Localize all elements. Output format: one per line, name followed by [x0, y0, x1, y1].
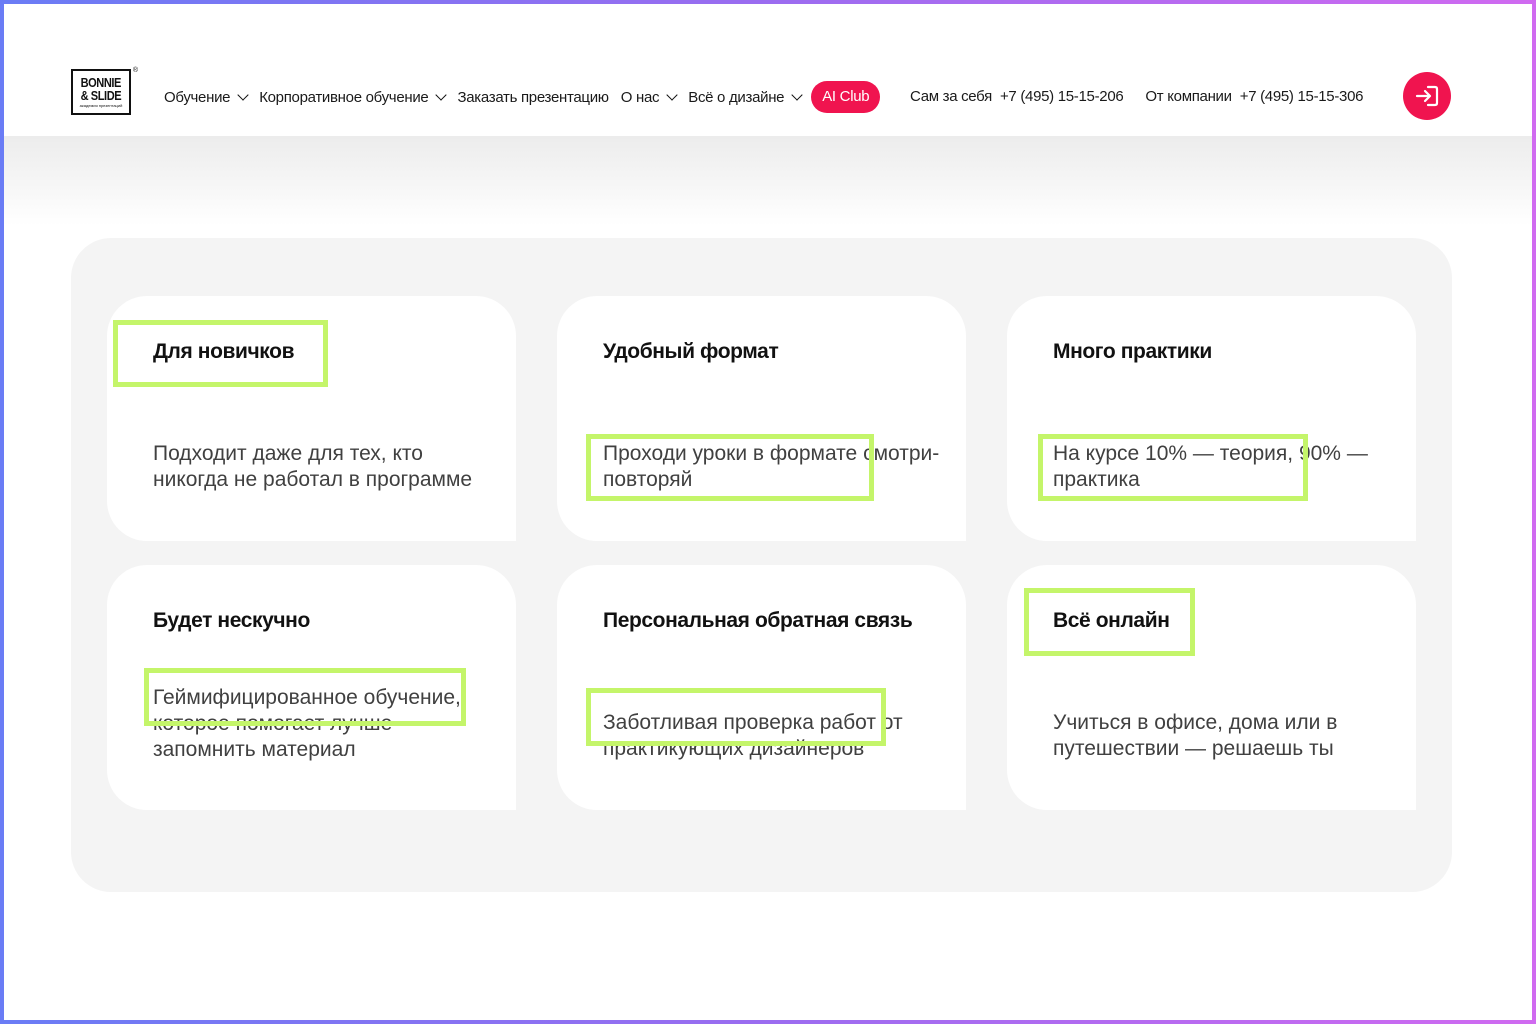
chevron-down-icon: [791, 89, 803, 101]
nav-item-learning[interactable]: Обучение: [164, 88, 249, 106]
logo[interactable]: BONNIE & SLIDE академия презентаций ®: [71, 67, 138, 115]
feature-card-format: Удобный формат Проходи уроки в формате с…: [557, 296, 966, 541]
ai-club-button[interactable]: AI Club: [811, 81, 881, 113]
feature-title: Удобный формат: [603, 340, 779, 363]
feature-desc: Учиться в офисе, дома или в путешествии …: [1053, 711, 1338, 760]
login-arrow-icon: [1415, 85, 1439, 107]
highlight-box: [113, 320, 328, 387]
logo-line-2: & SLIDE: [80, 87, 122, 103]
highlight-box: [144, 668, 466, 726]
header-shadow: [4, 136, 1532, 226]
nav-item-label: О нас: [620, 88, 660, 106]
highlight-box: [586, 434, 874, 501]
feature-card-practice: Много практики На курсе 10% — теория, 90…: [1007, 296, 1416, 541]
nav-item-corporate[interactable]: Корпоративное обучение: [259, 88, 448, 106]
nav-item-label: Корпоративное обучение: [259, 88, 429, 106]
highlight-box: [586, 688, 886, 746]
chevron-down-icon: [237, 89, 249, 101]
site-header: BONNIE & SLIDE академия презентаций ® Об…: [4, 4, 1532, 136]
feature-title: Много практики: [1053, 340, 1212, 363]
highlight-box: [1038, 434, 1308, 501]
logo-line-3: академия презентаций: [79, 102, 123, 108]
phone-label-self: Сам за себя: [910, 88, 992, 105]
phone-label-company: От компании: [1145, 88, 1232, 105]
phone-link-self[interactable]: +7 (495) 15-15-206: [1000, 88, 1124, 105]
nav-item-order-presentation[interactable]: Заказать презентацию: [457, 88, 609, 106]
feature-title: Персональная обратная связь: [603, 609, 913, 632]
nav-item-about[interactable]: О нас: [620, 88, 678, 106]
login-button[interactable]: [1403, 72, 1451, 120]
contact-phones: Сам за себя +7 (495) 15-15-206 От компан…: [910, 88, 1385, 105]
nav-item-label: Заказать презентацию: [457, 88, 609, 106]
feature-title: Будет нескучно: [153, 609, 310, 632]
chevron-down-icon: [666, 89, 678, 101]
main-nav: Обучение Корпоративное обучение Заказать…: [164, 81, 892, 113]
nav-item-design[interactable]: Всё о дизайне: [688, 88, 803, 106]
chevron-down-icon: [435, 89, 448, 101]
phone-link-company[interactable]: +7 (495) 15-15-306: [1240, 88, 1364, 105]
page-frame: BONNIE & SLIDE академия презентаций ® Об…: [4, 4, 1532, 1020]
feature-desc: Подходит даже для тех, кто никогда не ра…: [153, 442, 473, 491]
nav-item-label: Всё о дизайне: [688, 88, 785, 106]
highlight-box: [1024, 588, 1195, 656]
registered-icon: ®: [132, 67, 138, 74]
nav-item-label: Обучение: [164, 88, 231, 106]
